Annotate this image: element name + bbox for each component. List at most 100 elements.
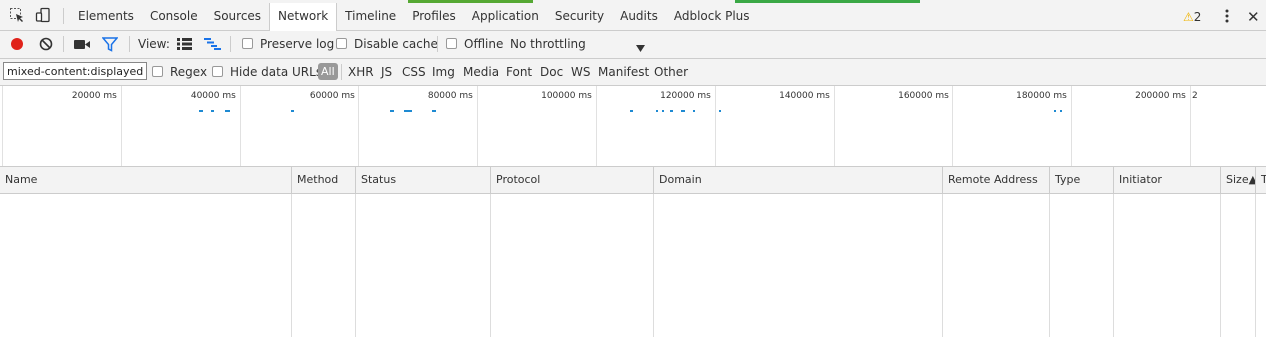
warning-icon: ⚠ [1183, 10, 1194, 24]
column-header-remote-address[interactable]: Remote Address [942, 167, 1049, 193]
overview-request-bar [662, 110, 664, 112]
overview-request-bar [656, 110, 658, 112]
column-header-ti[interactable]: Ti [1255, 167, 1266, 193]
filter-type-css[interactable]: CSS [402, 65, 426, 79]
column-header-method[interactable]: Method [291, 167, 355, 193]
large-request-rows-icon[interactable] [177, 38, 192, 53]
preserve-log-label: Preserve log [260, 37, 335, 51]
column-divider [355, 194, 356, 337]
clear-icon[interactable] [39, 37, 53, 54]
network-overview-timeline[interactable]: 20000 ms 40000 ms 60000 ms 80000 ms 100000 m… [0, 86, 1266, 167]
regex-checkbox[interactable] [152, 66, 163, 77]
tab-security[interactable]: Security [547, 3, 612, 30]
overview-tick-label: 120000 ms [660, 91, 711, 101]
filter-input[interactable] [3, 62, 147, 80]
overview-request-bar [404, 110, 412, 112]
column-header-initiator[interactable]: Initiator [1113, 167, 1220, 193]
filter-separator [341, 64, 342, 80]
overview-tick-label: 20000 ms [71, 91, 117, 101]
overview-tick-label: 2 [1192, 91, 1198, 101]
overview-gridline [477, 86, 478, 166]
panel-tabs: Elements Console Sources Network Timeline Pro… [70, 3, 758, 31]
filter-type-xhr[interactable]: XHR [348, 65, 374, 79]
tab-console[interactable]: Console [142, 3, 206, 30]
column-header-domain[interactable]: Domain [653, 167, 942, 193]
tab-adblock-plus[interactable]: Adblock Plus [666, 3, 758, 30]
requests-table-body [0, 194, 1266, 337]
column-divider [291, 194, 292, 337]
filter-type-all[interactable]: All [318, 63, 338, 80]
close-icon[interactable]: ✕ [1247, 8, 1260, 26]
overview-request-bar [693, 110, 695, 112]
overview-waterfall-icon[interactable] [204, 38, 221, 53]
overview-request-bar [670, 110, 673, 112]
inspect-element-icon[interactable] [9, 7, 25, 23]
column-divider [490, 194, 491, 337]
column-header-protocol[interactable]: Protocol [490, 167, 653, 193]
overview-request-bar [681, 110, 685, 112]
column-divider [1220, 194, 1221, 337]
disable-cache-checkbox[interactable] [336, 38, 347, 49]
network-toolbar: View: Preserve log Disable cache Offline… [0, 31, 1266, 59]
capture-screenshots-icon[interactable] [74, 39, 90, 53]
overview-tick-label: 140000 ms [779, 91, 830, 101]
column-header-size[interactable]: Size▲ [1220, 167, 1255, 193]
overview-gridline [715, 86, 716, 166]
filter-type-font[interactable]: Font [506, 65, 532, 79]
hide-data-urls-checkbox[interactable] [212, 66, 223, 77]
chevron-down-icon[interactable] [636, 41, 645, 55]
filter-type-media[interactable]: Media [463, 65, 499, 79]
overview-request-bar [1060, 110, 1062, 112]
devtools-tabbar: Elements Console Sources Network Timeline Pro… [0, 3, 1266, 31]
warnings-counter[interactable]: ⚠2 [1183, 10, 1201, 24]
overview-tick-label: 200000 ms [1135, 91, 1186, 101]
tab-timeline[interactable]: Timeline [337, 3, 404, 30]
overview-tick-label: 40000 ms [190, 91, 236, 101]
column-header-status[interactable]: Status [355, 167, 490, 193]
toolbar-separator [230, 36, 231, 52]
overview-tick-label: 180000 ms [1016, 91, 1067, 101]
column-divider [653, 194, 654, 337]
tab-application[interactable]: Application [464, 3, 547, 30]
throttling-select[interactable]: No throttling [510, 37, 586, 51]
toolbar-separator [63, 36, 64, 52]
device-toolbar-icon[interactable] [35, 7, 51, 23]
requests-table-header: Name Method Status Protocol Domain Remote Add… [0, 167, 1266, 194]
overview-gridline [952, 86, 953, 166]
column-header-type[interactable]: Type [1049, 167, 1113, 193]
column-divider [942, 194, 943, 337]
preserve-log-checkbox[interactable] [242, 38, 253, 49]
overview-gridline [121, 86, 122, 166]
overview-request-bar [1054, 110, 1056, 112]
filter-icon[interactable] [101, 37, 119, 55]
overview-request-bar [225, 110, 230, 112]
offline-label: Offline [464, 37, 504, 51]
filter-type-other[interactable]: Other [654, 65, 688, 79]
toolbar-separator [129, 36, 130, 52]
overview-request-bar [432, 110, 436, 112]
overview-tick-label: 100000 ms [541, 91, 592, 101]
tab-audits[interactable]: Audits [612, 3, 666, 30]
tab-profiles[interactable]: Profiles [404, 3, 464, 30]
overview-request-bar [291, 110, 294, 112]
filter-type-manifest[interactable]: Manifest [598, 65, 649, 79]
toolbar-separator [437, 36, 438, 52]
filter-type-ws[interactable]: WS [571, 65, 590, 79]
filter-type-img[interactable]: Img [432, 65, 455, 79]
offline-checkbox[interactable] [446, 38, 457, 49]
tab-sources[interactable]: Sources [206, 3, 269, 30]
filter-type-js[interactable]: JS [381, 65, 392, 79]
column-header-name[interactable]: Name [0, 167, 291, 193]
overview-gridline [358, 86, 359, 166]
more-options-icon[interactable] [1222, 9, 1232, 23]
record-icon[interactable] [10, 37, 24, 54]
column-divider [1255, 194, 1256, 337]
tabbar-separator [63, 8, 64, 24]
tab-network[interactable]: Network [269, 3, 338, 31]
column-divider [1113, 194, 1114, 337]
disable-cache-label: Disable cache [354, 37, 438, 51]
overview-gridline [240, 86, 241, 166]
filter-type-doc[interactable]: Doc [540, 65, 563, 79]
tab-elements[interactable]: Elements [70, 3, 142, 30]
hide-data-urls-label: Hide data URLs [230, 65, 323, 79]
